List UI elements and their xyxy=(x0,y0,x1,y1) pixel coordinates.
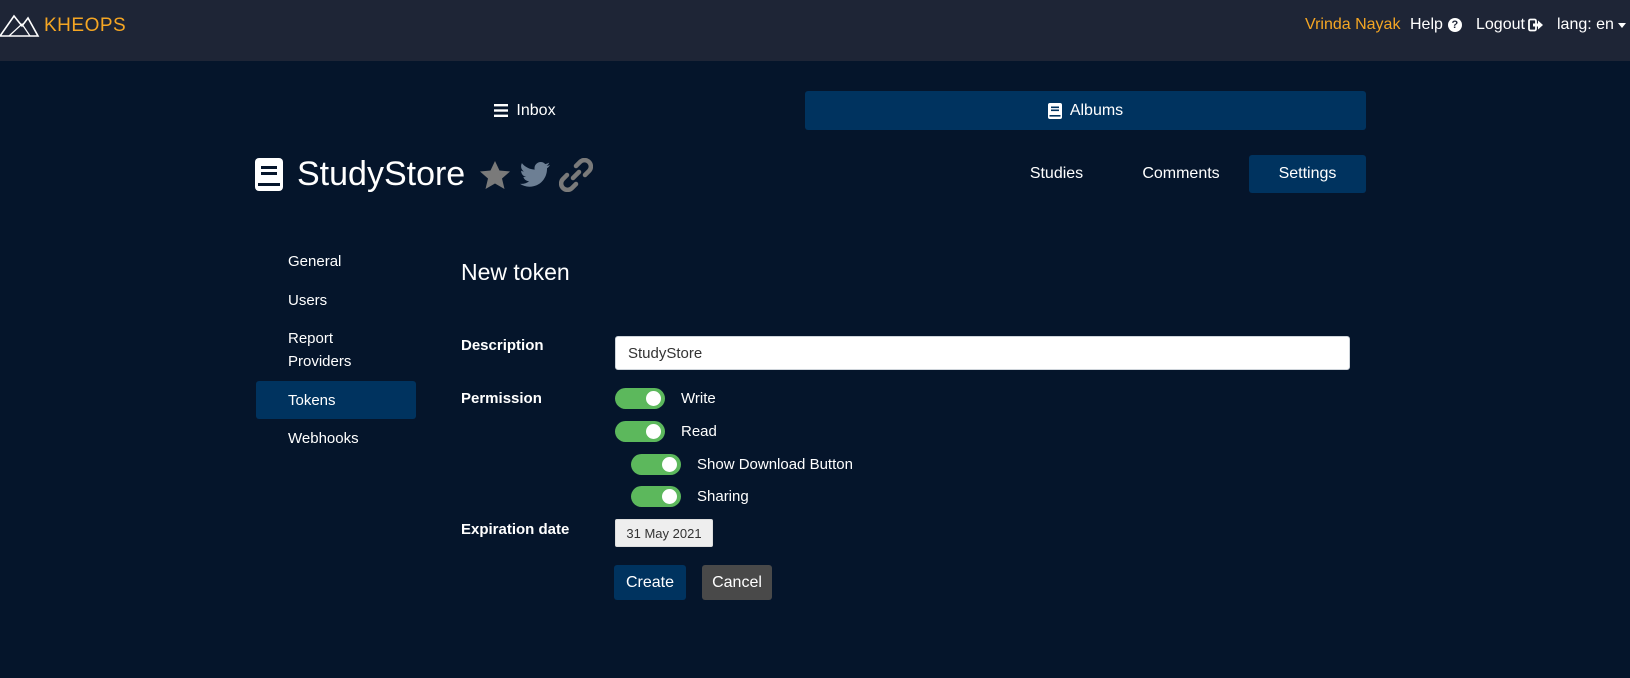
logout-link[interactable]: Logout xyxy=(1476,16,1544,34)
album-title: StudyStore xyxy=(297,155,466,193)
sharing-toggle[interactable] xyxy=(631,486,681,507)
permission-download-row: Show Download Button xyxy=(631,454,853,475)
write-toggle[interactable] xyxy=(615,388,665,409)
description-input[interactable] xyxy=(615,336,1350,370)
mountain-logo-icon xyxy=(0,14,40,37)
tab-studies[interactable]: Studies xyxy=(1010,155,1103,193)
show-download-button-toggle[interactable] xyxy=(631,454,681,475)
sharing-toggle-label: Sharing xyxy=(697,488,749,505)
top-navbar: KHEOPS Vrinda Nayak Help ? Logout lang: … xyxy=(0,0,1630,61)
read-toggle-label: Read xyxy=(681,423,717,440)
tab-inbox[interactable]: Inbox xyxy=(245,91,805,130)
sign-out-icon xyxy=(1528,18,1543,32)
tab-albums-label: Albums xyxy=(1069,101,1124,119)
caret-down-icon xyxy=(1617,22,1626,28)
link-icon[interactable] xyxy=(559,157,594,192)
expiration-date-label: Expiration date xyxy=(461,521,570,538)
user-name-link[interactable]: Vrinda Nayak xyxy=(1305,16,1400,34)
help-label: Help xyxy=(1410,16,1443,33)
language-dropdown[interactable]: lang: en xyxy=(1557,16,1626,34)
permission-read-row: Read xyxy=(615,421,717,442)
album-book-icon xyxy=(255,158,283,191)
book-icon xyxy=(1047,102,1062,119)
expiration-date-picker[interactable]: 31 May 2021 xyxy=(615,519,713,547)
album-header: StudyStore xyxy=(255,155,601,194)
hamburger-icon xyxy=(494,104,509,117)
settings-menu-general[interactable]: General xyxy=(256,250,416,273)
tab-comments[interactable]: Comments xyxy=(1128,155,1234,193)
language-label: lang: en xyxy=(1557,16,1614,33)
tab-settings[interactable]: Settings xyxy=(1249,155,1366,193)
settings-menu-tokens[interactable]: Tokens xyxy=(256,381,416,419)
settings-menu-webhooks[interactable]: Webhooks xyxy=(256,427,416,450)
cancel-button[interactable]: Cancel xyxy=(702,565,772,600)
tab-inbox-label: Inbox xyxy=(516,101,556,119)
help-link[interactable]: Help ? xyxy=(1410,16,1462,34)
settings-menu-report-providers[interactable]: Report Providers xyxy=(256,327,396,373)
logout-label: Logout xyxy=(1476,16,1525,33)
brand-logo[interactable]: KHEOPS xyxy=(0,10,126,38)
read-toggle[interactable] xyxy=(615,421,665,442)
settings-menu-users[interactable]: Users xyxy=(256,289,416,312)
description-label: Description xyxy=(461,337,544,354)
show-download-button-label: Show Download Button xyxy=(697,456,853,473)
write-toggle-label: Write xyxy=(681,390,716,407)
tab-albums[interactable]: Albums xyxy=(805,91,1366,130)
question-circle-icon: ? xyxy=(1447,18,1462,32)
brand-name: KHEOPS xyxy=(44,15,127,36)
form-title: New token xyxy=(461,259,570,285)
permission-label: Permission xyxy=(461,390,542,407)
permission-sharing-row: Sharing xyxy=(631,486,749,507)
permission-write-row: Write xyxy=(615,388,716,409)
twitter-icon[interactable] xyxy=(519,161,551,189)
star-icon[interactable] xyxy=(479,160,511,190)
create-button[interactable]: Create xyxy=(614,565,686,600)
